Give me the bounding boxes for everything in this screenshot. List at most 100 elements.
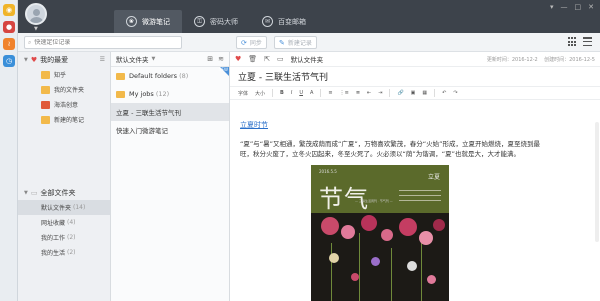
tab-notes[interactable]: ❀ 微游笔记: [114, 10, 182, 33]
item-label: 立夏 - 三联生活节气刊: [116, 109, 181, 117]
heart-icon: ♥: [30, 55, 38, 64]
edit-icon: ✎: [279, 38, 285, 47]
table-button[interactable]: ▦: [422, 90, 427, 96]
color-button[interactable]: A: [310, 90, 313, 96]
sidebar-item-life[interactable]: 我的生活 (2): [18, 245, 110, 260]
tab-mail[interactable]: ✉ 百变邮箱: [250, 10, 318, 33]
folder-label: 网址收藏: [41, 220, 66, 227]
grid-icon[interactable]: [568, 37, 578, 47]
close-button[interactable]: ✕: [588, 3, 594, 11]
favorite-label: 新建的笔记: [54, 117, 85, 124]
sidebar-item-default[interactable]: 默认文件夹 (14): [18, 200, 110, 215]
folder-icon: ▭: [30, 188, 38, 197]
poster-text-lines: [399, 190, 441, 205]
sync-button[interactable]: ⟳ 同步: [236, 36, 267, 49]
body-paragraph: “夏”与“暑”又相通，繁茂成荫而成“广夏”，万物喜欢繁茂，春分“火始”形成，立夏…: [240, 140, 540, 148]
folder-count: (2): [67, 249, 76, 256]
item-label: My jobs: [129, 90, 154, 98]
note-editor: ♥ 🗑 ⇱ ▭ 默认文件夹 更新时间：2016-12-2 创建时间：2016-1…: [230, 52, 600, 301]
note-list: 默认文件夹 ▼ ⊞ ≋ Default folders (8) NEW My j…: [111, 52, 230, 301]
folder-icon: [41, 70, 50, 79]
new-record-button[interactable]: ✎ 新建记录: [274, 36, 317, 49]
layers-icon[interactable]: ≋: [218, 55, 224, 63]
note-title[interactable]: 立夏 - 三联生活节气刊: [230, 67, 600, 87]
font-select[interactable]: 字体: [238, 90, 248, 97]
tab-label: 密码大师: [210, 17, 238, 26]
note-icon: [41, 100, 50, 109]
avatar[interactable]: [25, 3, 47, 25]
link-button[interactable]: 🔗: [397, 90, 403, 96]
poster-subtitle: — 三联生活周刊 · 节气刊 —: [355, 199, 393, 203]
all-folders-header[interactable]: ▼ ▭ 全部文件夹: [18, 185, 110, 200]
trash-icon[interactable]: 🗑: [248, 55, 257, 63]
folder-label: 默认文件夹: [41, 205, 72, 212]
tab-password[interactable]: ⚿ 密码大师: [182, 10, 250, 33]
favorite-item[interactable]: 海浩创意: [18, 97, 110, 112]
maximize-button[interactable]: □: [575, 3, 582, 11]
all-folders-section: ▼ ▭ 全部文件夹 默认文件夹 (14) 网址收藏 (4) 我的工作 (2) 我…: [18, 185, 110, 260]
caret-down-icon: ▼: [24, 56, 28, 63]
list-item[interactable]: 立夏 - 三联生活节气刊: [111, 103, 229, 121]
favorite-item[interactable]: 知乎: [18, 67, 110, 82]
search-input[interactable]: [34, 39, 165, 46]
new-badge: NEW: [219, 67, 229, 76]
list-item[interactable]: 快速入门微游笔记: [111, 121, 229, 139]
align-button[interactable]: ≡: [328, 90, 332, 96]
share-icon[interactable]: ⇱: [264, 55, 270, 63]
favorites-header[interactable]: ▼ ♥ 我的最爱 ☰: [18, 52, 110, 67]
sidebar-item-work[interactable]: 我的工作 (2): [18, 230, 110, 245]
rss-icon[interactable]: ≀: [3, 38, 15, 50]
undo-button[interactable]: ↶: [442, 90, 446, 96]
list-title[interactable]: 默认文件夹: [116, 54, 149, 64]
heart-icon[interactable]: ♥: [235, 55, 241, 63]
sidebar-item-bookmarks[interactable]: 网址收藏 (4): [18, 215, 110, 230]
toolbar: ⌕ ⟳ 同步 ✎ 新建记录: [18, 33, 600, 52]
key-icon: ⚿: [194, 16, 205, 27]
tab-label: 百变邮箱: [278, 17, 306, 26]
item-count: (8): [179, 72, 189, 80]
favorite-item[interactable]: 新建的笔记: [18, 112, 110, 127]
mail-icon: ✉: [262, 16, 273, 27]
italic-button[interactable]: I: [291, 90, 292, 96]
created-time: 创建时间：2016-12-5: [544, 57, 595, 63]
dropdown-button[interactable]: ▾: [550, 3, 554, 11]
body-link[interactable]: 立夏时节: [240, 120, 592, 130]
app-tabs: ❀ 微游笔记 ⚿ 密码大师 ✉ 百变邮箱: [114, 10, 318, 33]
caret-down-icon: ▼: [24, 189, 28, 196]
folder-tag[interactable]: 默认文件夹: [291, 54, 324, 64]
sync-label: 同步: [249, 40, 262, 47]
menu-icon[interactable]: [583, 37, 592, 46]
new-folder-icon[interactable]: ⊞: [207, 55, 213, 63]
list-item[interactable]: Default folders (8) NEW: [111, 67, 229, 85]
favorites-title: 我的最爱: [40, 55, 69, 64]
list-button[interactable]: ⋮≡: [340, 90, 349, 96]
weibo-icon[interactable]: ◉: [3, 4, 15, 16]
clock-icon[interactable]: ◷: [3, 55, 15, 67]
folder-label: 我的工作: [41, 235, 66, 242]
favorite-item[interactable]: 我的文件夹: [18, 82, 110, 97]
chevron-down-icon[interactable]: ▼: [34, 26, 38, 32]
list-toggle-icon[interactable]: ☰: [100, 56, 105, 63]
search-box: ⌕: [24, 36, 182, 49]
note-body[interactable]: 立夏时节 “夏”与“暑”又相通，繁茂成荫而成“广夏”，万物喜欢繁茂，春分“火始”…: [240, 120, 592, 159]
bold-button[interactable]: B: [280, 90, 284, 96]
image-button[interactable]: ▣: [411, 90, 416, 96]
scrollbar[interactable]: [595, 122, 599, 242]
qq-icon[interactable]: ●: [3, 21, 15, 33]
outdent-button[interactable]: ⇤: [367, 90, 371, 96]
folder-sidebar: ▼ ♥ 我的最爱 ☰ 知乎 我的文件夹 海浩创意 新建的笔记 ▼ ▭ 全部文件夹…: [18, 52, 111, 301]
redo-button[interactable]: ↷: [453, 90, 457, 96]
size-select[interactable]: 大小: [255, 90, 265, 97]
body-paragraph: 旺，秋分火废了，立冬火囚起来，冬至火死了。火必须以“荫”为谐调，“夏”也就是大，…: [240, 150, 520, 158]
item-label: Default folders: [129, 72, 178, 80]
format-toolbar: 字体 大小 B I U A ≡ ⋮≡ ≣ ⇤ ⇥ 🔗 ▣ ▦ ↶ ↷: [230, 87, 600, 100]
list-item[interactable]: My jobs (12): [111, 85, 229, 103]
folder-label: 我的生活: [41, 250, 66, 257]
numbered-list-button[interactable]: ≣: [356, 90, 360, 96]
folder-icon[interactable]: ▭: [277, 55, 284, 63]
indent-button[interactable]: ⇥: [378, 90, 382, 96]
poster-corner: 立夏: [427, 174, 440, 181]
minimize-button[interactable]: —: [561, 3, 568, 11]
chevron-down-icon[interactable]: ▼: [152, 56, 156, 62]
underline-button[interactable]: U: [299, 90, 303, 96]
